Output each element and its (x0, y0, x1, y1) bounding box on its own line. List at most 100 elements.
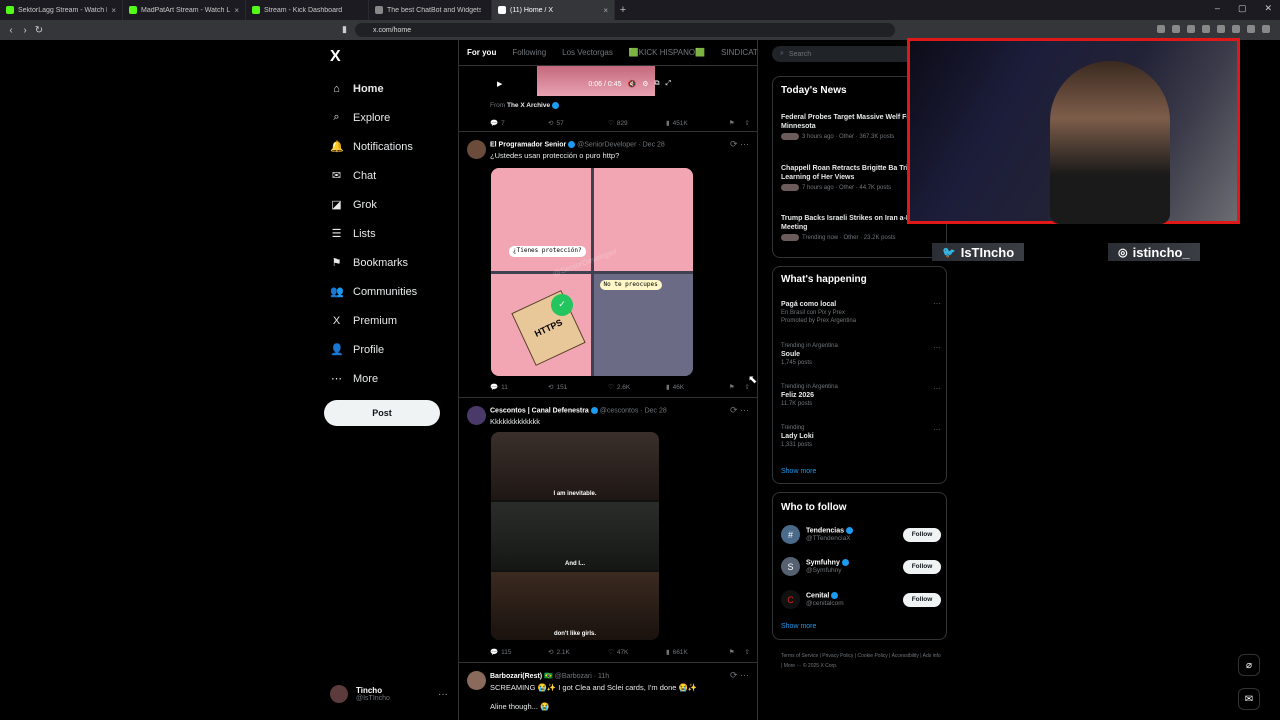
sidebar-item-bookmarks[interactable]: ⚑ Bookmarks (330, 248, 417, 277)
avatar[interactable] (467, 406, 486, 425)
tweet-image[interactable]: I am inevitable. And I... don't like gir… (491, 432, 659, 640)
follow-suggestion[interactable]: # Tendencias @TTendenciaX Follow (781, 525, 941, 544)
extension-icon[interactable] (1172, 25, 1180, 33)
menu-icon[interactable] (1262, 25, 1270, 33)
more-icon[interactable]: ⟳ ··· (730, 405, 749, 416)
reply-button[interactable]: 💬 11 (490, 383, 548, 392)
sidebar-item-notifications[interactable]: 🔔 Notifications (330, 132, 417, 161)
share-icon[interactable]: ⇧ (745, 119, 750, 127)
forward-icon[interactable]: › (18, 25, 32, 36)
sidebar-item-more[interactable]: ⋯ More (330, 364, 417, 393)
tab-list[interactable]: SINDICATO D (713, 48, 757, 57)
like-button[interactable]: ♡ 829 (608, 119, 666, 128)
trend-item[interactable]: Pagá como local En Brasil con Pix y Prex P… (781, 299, 941, 324)
tab-list[interactable]: Los Vectorgas (554, 48, 621, 57)
tweet[interactable]: Barbozari(Rest) 🇧🇷 @Barbozari · 11h ⟳ ··… (459, 663, 757, 720)
bookmark-icon[interactable]: ⚑ (729, 648, 735, 656)
tweet[interactable]: Cescontos | Canal Defenestra @cescontos … (459, 398, 757, 663)
sidebar-item-chat[interactable]: ✉ Chat (330, 161, 417, 190)
profile-icon: 👤 (330, 344, 344, 356)
close-tab-icon[interactable]: × (603, 6, 608, 15)
follow-button[interactable]: Follow (903, 592, 941, 607)
views-button[interactable]: ▮ 451K (666, 119, 728, 128)
show-more-link[interactable]: Show more (781, 468, 816, 475)
like-button[interactable]: ♡ 47K (608, 648, 666, 657)
sidebar-item-profile[interactable]: 👤 Profile (330, 335, 417, 364)
follow-suggestion[interactable]: S Symfuhny @Symfuhny Follow (781, 557, 941, 576)
bookmark-icon[interactable]: ⚑ (729, 383, 735, 391)
bookmark-icon[interactable]: ⚑ (729, 119, 735, 127)
tweet-image[interactable]: ¿Tienes protección? HTTPS ✓ No te preocup… (491, 168, 693, 376)
views-button[interactable]: ▮ 46K (666, 383, 728, 392)
browser-tab-active[interactable]: (11) Home / X × (492, 0, 615, 20)
extension-icon[interactable] (1157, 25, 1165, 33)
extension-icon[interactable] (1202, 25, 1210, 33)
more-icon[interactable]: ⟳ ··· (730, 670, 749, 681)
sidebar-item-grok[interactable]: ◪ Grok (330, 190, 417, 219)
trend-item[interactable]: Trending in Argentina Feliz 2026 11.7K pos… (781, 384, 941, 407)
browser-tab[interactable]: Stream - Kick Dashboard (246, 0, 369, 20)
extension-icon[interactable] (1232, 25, 1240, 33)
close-tab-icon[interactable]: × (111, 6, 116, 15)
sidebar-item-explore[interactable]: ⌕ Explore (330, 103, 417, 132)
like-button[interactable]: ♡ 2.6K (608, 383, 666, 392)
extension-icon[interactable] (1217, 25, 1225, 33)
reply-button[interactable]: 💬 7 (490, 119, 548, 128)
views-button[interactable]: ▮ 661K (666, 648, 728, 657)
url-field[interactable]: x.com/home (355, 23, 895, 37)
tab-for-you[interactable]: For you (459, 48, 504, 57)
more-icon[interactable]: ··· (438, 689, 448, 700)
follow-button[interactable]: Follow (903, 559, 941, 574)
new-tab-button[interactable]: + (615, 4, 631, 16)
settings-icon[interactable]: ⚙ (642, 80, 648, 88)
mute-icon[interactable]: 🔇 (627, 80, 636, 88)
sidebar-item-communities[interactable]: 👥 Communities (330, 277, 417, 306)
grok-icon[interactable]: ⌀ (1238, 654, 1260, 676)
video-player[interactable]: ▶ 0:06 / 0:45 🔇 ⚙ ⧉ ⤢ (491, 66, 697, 98)
bookmark-icon[interactable]: ▮ (342, 24, 347, 35)
fullscreen-icon[interactable]: ⤢ (665, 80, 671, 88)
tweet-text: ¿Ustedes usan protección o puro http? (490, 151, 620, 160)
follow-suggestion[interactable]: C Cenital @cenitalcom Follow (781, 590, 941, 609)
trend-item[interactable]: Trending in Argentina Soule 1,745 posts ··· (781, 343, 941, 366)
tab-list[interactable]: 🟩KICK HISPANO🟩 (621, 48, 713, 57)
meme-frame: And I... (491, 502, 659, 570)
browser-tab[interactable]: SektorLagg Stream - Watch Live× (0, 0, 123, 20)
sidebar-item-home[interactable]: ⌂ Home (330, 74, 417, 103)
sidebar-item-premium[interactable]: X Premium (330, 306, 417, 335)
tab-following[interactable]: Following (504, 48, 554, 57)
extension-icon[interactable] (1187, 25, 1195, 33)
maximize-button[interactable]: ▢ (1238, 3, 1247, 14)
play-icon[interactable]: ▶ (497, 80, 502, 88)
reload-icon[interactable]: ↻ (32, 25, 46, 36)
tweet[interactable]: El Programador Senior @SeniorDeveloper ·… (459, 132, 757, 398)
show-more-link[interactable]: Show more (781, 623, 816, 630)
x-logo[interactable]: X (330, 48, 341, 66)
post-button[interactable]: Post (324, 400, 440, 426)
sidebar-item-lists[interactable]: ☰ Lists (330, 219, 417, 248)
back-icon[interactable]: ‹ (4, 25, 18, 36)
trend-item[interactable]: Trending Lady Loki 1,331 posts ··· (781, 425, 941, 448)
avatar[interactable] (467, 671, 486, 690)
x-favicon-icon (498, 6, 506, 14)
more-icon[interactable]: ⟳ ··· (730, 139, 749, 150)
tweet-text: Kkkkkkkkkkkkk (490, 417, 541, 426)
share-icon[interactable]: ⇧ (745, 648, 750, 656)
repost-button[interactable]: ⟲ 57 (548, 119, 608, 128)
close-tab-icon[interactable]: × (234, 6, 239, 15)
account-switcher[interactable]: Tincho @IsTIncho ··· (330, 685, 448, 703)
video-time: 0:06 / 0:45 (588, 80, 622, 88)
browser-tab[interactable]: The best ChatBot and Widgets fo (369, 0, 492, 20)
avatar[interactable] (467, 140, 486, 159)
reply-button[interactable]: 💬 115 (490, 648, 548, 657)
minimize-button[interactable]: – (1215, 3, 1220, 14)
browser-tab[interactable]: MadPatArt Stream - Watch Live × (123, 0, 246, 20)
extension-icon[interactable] (1247, 25, 1255, 33)
repost-button[interactable]: ⟲ 2.1K (548, 648, 608, 657)
messages-icon[interactable]: ✉ (1238, 688, 1260, 710)
close-window-button[interactable]: ✕ (1264, 3, 1272, 14)
repost-button[interactable]: ⟲ 151 (548, 383, 608, 392)
pip-icon[interactable]: ⧉ (654, 80, 659, 88)
footer-links[interactable]: Terms of Service | Privacy Policy | Cook… (781, 652, 941, 671)
follow-button[interactable]: Follow (903, 527, 941, 542)
